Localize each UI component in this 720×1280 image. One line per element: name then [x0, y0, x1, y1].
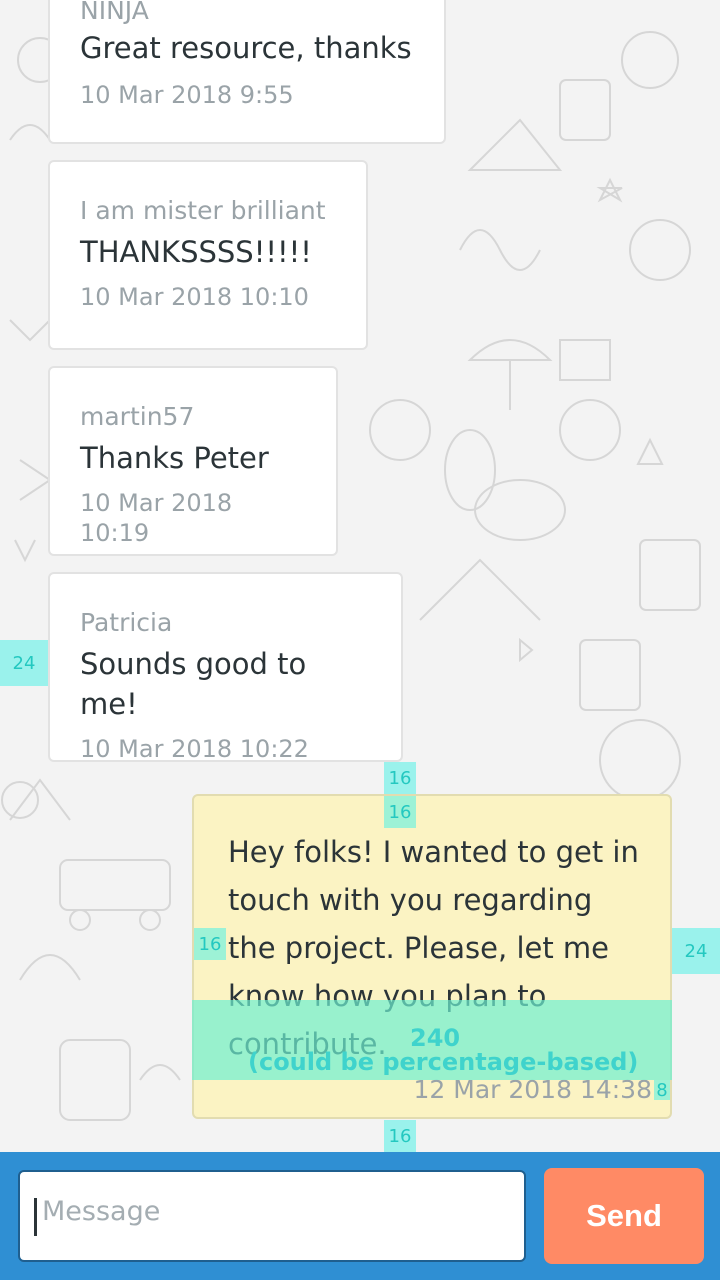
- message-time: 10 Mar 2018 10:22: [80, 735, 309, 763]
- message-sender: NINJA: [80, 0, 149, 25]
- guide-label: 24: [12, 652, 36, 674]
- guide-label: 16: [388, 801, 412, 823]
- message-time: 10 Mar 2018 9:55: [80, 81, 294, 109]
- message-text: Great resource, thanks: [80, 31, 412, 65]
- guide-label: 24: [684, 940, 708, 962]
- send-button[interactable]: Send: [544, 1168, 704, 1264]
- message-input[interactable]: Message: [18, 1170, 526, 1262]
- spacing-guide-gap-below: 16: [384, 1120, 416, 1152]
- spacing-guide-gap-above: 16: [384, 762, 416, 794]
- spacing-guide-right-margin: 24: [672, 928, 720, 974]
- message-text: Thanks Peter: [80, 441, 269, 475]
- spacing-guide-left-margin: 24: [0, 640, 48, 686]
- width-guide-note: (could be percentage-based): [248, 1048, 639, 1076]
- message-sender: Patricia: [80, 608, 173, 637]
- message-text: Sounds good to me!: [80, 647, 307, 721]
- spacing-guide-padding-left: 16: [194, 928, 226, 960]
- message-time: 10 Mar 2018 10:19: [80, 489, 233, 547]
- message-sender: martin57: [80, 402, 195, 431]
- message-input-placeholder: Message: [42, 1196, 161, 1227]
- spacing-guide-time-right: 8: [654, 1079, 670, 1101]
- message-time: 10 Mar 2018 10:10: [80, 283, 309, 311]
- guide-label: 16: [388, 1125, 412, 1147]
- message-bubble: martin57 Thanks Peter 10 Mar 2018 10:19: [48, 366, 338, 556]
- guide-label: 8: [656, 1079, 668, 1101]
- width-guide-band: 240 (could be percentage-based): [192, 1000, 672, 1080]
- message-sender: I am mister brilliant: [80, 196, 326, 225]
- spacing-guide-padding-top: 16: [384, 796, 416, 828]
- message-bubble: I am mister brilliant THANKSSSS!!!!! 10 …: [48, 160, 368, 350]
- guide-label: 16: [388, 767, 412, 789]
- message-text: THANKSSSS!!!!!: [80, 235, 312, 269]
- message-bubble: Patricia Sounds good to me! 10 Mar 2018 …: [48, 572, 403, 763]
- guide-label: 16: [198, 933, 222, 955]
- message-bubble: NINJA Great resource, thanks 10 Mar 2018…: [48, 0, 446, 144]
- text-caret: [34, 1198, 37, 1236]
